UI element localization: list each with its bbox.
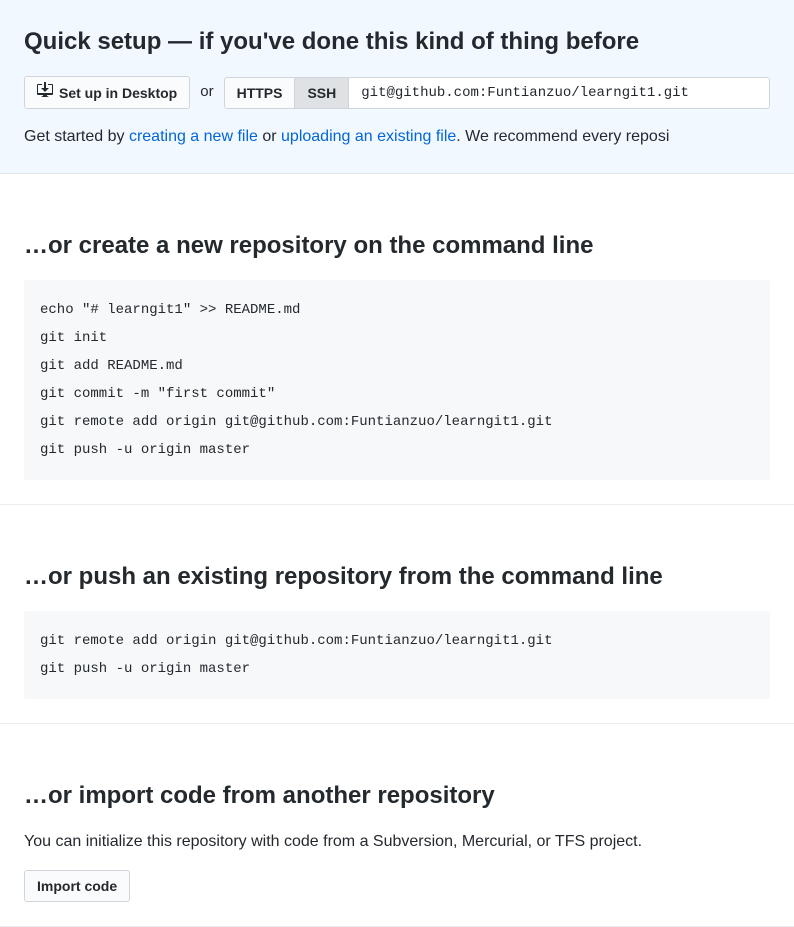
- spacer: [0, 724, 794, 754]
- upload-file-link[interactable]: uploading an existing file: [281, 128, 456, 145]
- create-repo-heading: …or create a new repository on the comma…: [24, 228, 770, 264]
- push-repo-section: …or push an existing repository from the…: [0, 535, 794, 724]
- clone-url-input[interactable]: [349, 77, 770, 109]
- import-code-button[interactable]: Import code: [24, 870, 130, 902]
- create-repo-code[interactable]: echo "# learngit1" >> README.md git init…: [24, 280, 770, 480]
- ssh-toggle[interactable]: SSH: [295, 77, 349, 109]
- setup-desktop-label: Set up in Desktop: [59, 83, 177, 103]
- or-text: or: [190, 81, 223, 104]
- import-section: …or import code from another repository …: [0, 754, 794, 927]
- get-started-or: or: [258, 128, 281, 145]
- quick-setup-heading: Quick setup — if you've done this kind o…: [24, 24, 770, 60]
- push-repo-heading: …or push an existing repository from the…: [24, 559, 770, 595]
- get-started-suffix: . We recommend every reposi: [456, 128, 669, 145]
- setup-row: Set up in Desktop or HTTPS SSH: [24, 76, 770, 109]
- create-repo-section: …or create a new repository on the comma…: [0, 204, 794, 505]
- push-repo-code[interactable]: git remote add origin git@github.com:Fun…: [24, 611, 770, 699]
- spacer: [0, 505, 794, 535]
- protocol-toggle-group: HTTPS SSH: [224, 77, 350, 109]
- setup-desktop-button[interactable]: Set up in Desktop: [24, 76, 190, 109]
- get-started-prefix: Get started by: [24, 128, 129, 145]
- desktop-download-icon: [37, 82, 53, 103]
- https-toggle[interactable]: HTTPS: [224, 77, 296, 109]
- import-heading: …or import code from another repository: [24, 778, 770, 814]
- get-started-text: Get started by creating a new file or up…: [24, 125, 770, 149]
- import-description: You can initialize this repository with …: [24, 830, 770, 854]
- quick-setup-panel: Quick setup — if you've done this kind o…: [0, 0, 794, 174]
- create-file-link[interactable]: creating a new file: [129, 128, 258, 145]
- spacer: [0, 174, 794, 204]
